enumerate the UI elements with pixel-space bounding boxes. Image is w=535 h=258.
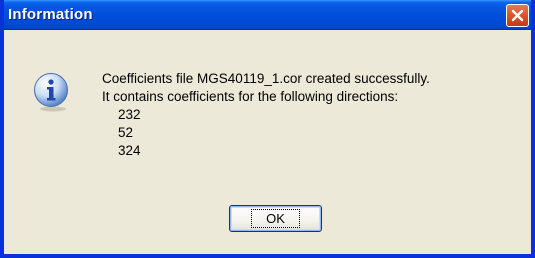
close-button[interactable] bbox=[506, 4, 529, 27]
direction-item: 324 bbox=[118, 143, 141, 158]
message-text: Coefficients file MGS40119_1.cor created… bbox=[102, 70, 430, 160]
window-title: Information bbox=[8, 6, 93, 23]
message-line-2: It contains coefficients for the followi… bbox=[102, 89, 399, 104]
direction-item: 52 bbox=[118, 125, 134, 140]
direction-item: 232 bbox=[118, 107, 141, 122]
close-icon bbox=[511, 9, 524, 22]
title-bar[interactable]: Information bbox=[4, 0, 531, 30]
ok-button[interactable]: OK bbox=[229, 205, 322, 232]
ok-button-label: OK bbox=[251, 209, 300, 228]
dialog-body: Coefficients file MGS40119_1.cor created… bbox=[4, 30, 531, 254]
information-dialog: Information Coefficients file MGS40119_1… bbox=[0, 0, 535, 258]
message-line-1: Coefficients file MGS40119_1.cor created… bbox=[102, 71, 430, 86]
info-icon bbox=[34, 73, 68, 112]
